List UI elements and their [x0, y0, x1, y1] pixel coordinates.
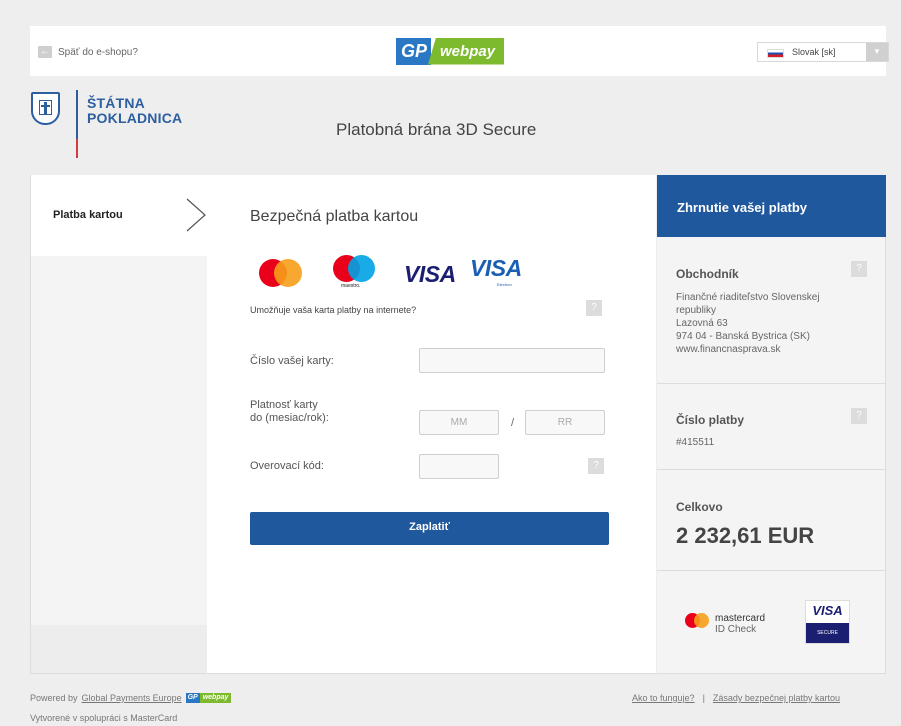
merchant-line: www.financnasprava.sk: [676, 344, 781, 355]
total-title: Celkovo: [676, 500, 723, 514]
left-nav: Platba kartou: [30, 175, 207, 674]
merchant-section: Obchodník ? Finančné riaditeľstvo Sloven…: [657, 237, 886, 384]
payment-number-value: #415511: [676, 437, 715, 448]
maestro-blue-circle: [348, 255, 375, 282]
mini-logo-gp: GP: [185, 693, 200, 703]
merchant-line: 974 04 - Banská Bystrica (SK): [676, 331, 810, 342]
visa-secure-bottom: SECURE: [806, 623, 849, 643]
chevron-down-icon[interactable]: ▼: [866, 43, 888, 61]
arrow-left-icon: ←: [38, 46, 52, 58]
merchant-details: Finančné riaditeľstvo Slovenskej republi…: [676, 291, 820, 356]
card-number-input[interactable]: [419, 348, 605, 373]
language-label: Slovak [sk]: [792, 47, 836, 57]
payment-form: Bezpečná platba kartou maestro. VISA VIS…: [186, 175, 656, 674]
summary-header: Zhrnutie vašej platby: [657, 175, 886, 237]
footer-powered-by: Powered by Global Payments Europe GP web…: [30, 693, 232, 703]
expiry-label-line-2: do (mesiac/rok):: [250, 412, 329, 424]
brand-line-2: POKLADNICA: [87, 110, 183, 126]
payment-summary: Zhrnutie vašej platby Obchodník ? Finanč…: [657, 175, 886, 674]
card-number-label: Číslo vašej karty:: [250, 355, 334, 367]
statna-pokladnica-logo: ŠTÁTNA POKLADNICA: [87, 96, 182, 126]
left-nav-bottom: [31, 625, 207, 673]
brand-divider: [76, 90, 78, 158]
maestro-icon: maestro.: [333, 255, 379, 289]
internet-payments-question: Umožňuje vaša karta platby na internete?: [250, 305, 417, 315]
payment-number-section: Číslo platby ? #415511: [657, 384, 886, 470]
mini-logo-webpay: webpay: [199, 693, 232, 703]
total-amount: 2 232,61 EUR: [676, 523, 815, 548]
security-policy-link[interactable]: Zásady bezpečnej platby kartou: [713, 693, 840, 703]
visa-electron-icon: VISA: [470, 255, 522, 281]
id-check-orange-circle: [694, 613, 709, 628]
back-to-eshop-link[interactable]: ← Späť do e-shopu?: [38, 46, 138, 58]
maestro-caption: maestro.: [341, 283, 361, 289]
powered-by-prefix: Powered by: [30, 693, 78, 703]
expiry-month-input[interactable]: MM: [419, 410, 499, 435]
merchant-help-icon[interactable]: ?: [851, 261, 867, 277]
cvc-label: Overovací kód:: [250, 460, 324, 472]
mini-gp-webpay-logo: GP webpay: [185, 693, 232, 703]
mastercard-icon: [259, 259, 303, 287]
visa-electron-caption: Electron: [497, 282, 512, 287]
global-payments-link[interactable]: Global Payments Europe: [82, 693, 182, 703]
how-it-works-link[interactable]: Ako to funguje?: [632, 693, 695, 703]
logo-gp-text: GP: [396, 37, 432, 65]
crest-cross-horizontal: [41, 105, 50, 107]
merchant-line: republiky: [676, 305, 717, 316]
back-to-eshop-label: Späť do e-shopu?: [58, 46, 138, 58]
expiry-label-line-1: Platnosť karty: [250, 399, 318, 411]
visa-secure-top: VISA: [812, 603, 843, 618]
coat-of-arms-icon: [31, 92, 60, 125]
chevron-right-icon: [186, 198, 206, 232]
mastercard-orange-circle: [274, 259, 302, 287]
total-section: Celkovo: [657, 470, 886, 571]
expiry-separator: /: [511, 417, 515, 429]
brand-line-1: ŠTÁTNA: [87, 95, 145, 111]
logo-webpay-text: webpay: [428, 37, 505, 65]
nav-step-label: Platba kartou: [53, 209, 123, 221]
slovak-flag-icon: [767, 49, 784, 58]
merchant-line: Finančné riaditeľstvo Slovenskej: [676, 292, 820, 303]
id-check-line-2: ID Check: [715, 624, 757, 635]
cvc-help-icon[interactable]: ?: [588, 458, 604, 474]
header: ŠTÁTNA POKLADNICA Platobná brána 3D Secu…: [30, 76, 886, 175]
help-icon[interactable]: ?: [586, 300, 602, 316]
merchant-title: Obchodník: [676, 267, 739, 281]
footer-links: Ako to funguje? | Zásady bezpečnej platb…: [632, 693, 840, 703]
visa-icon: VISA: [404, 261, 456, 287]
cvc-input[interactable]: [419, 454, 499, 479]
visa-secure-logo: VISA SECURE: [805, 600, 850, 644]
form-title: Bezpečná platba kartou: [250, 208, 419, 225]
gp-webpay-logo: GP webpay: [396, 36, 521, 66]
page-title: Platobná brána 3D Secure: [336, 120, 537, 139]
footer-separator: |: [702, 693, 705, 703]
id-check-line-1: mastercard: [715, 613, 766, 624]
mastercard-id-check-logo: mastercard ID Check: [685, 611, 795, 637]
top-bar: ← Späť do e-shopu? GP webpay Slovak [sk]…: [30, 26, 889, 76]
language-select[interactable]: Slovak [sk] ▼: [757, 42, 889, 62]
expiry-year-input[interactable]: RR: [525, 410, 605, 435]
merchant-line: Lazovná 63: [676, 318, 728, 329]
footer-cooperation: Vytvorené v spolupráci s MasterCard: [30, 713, 178, 723]
crest-cross-vertical: [44, 102, 47, 114]
expiry-label: Platnosť karty do (mesiac/rok):: [250, 399, 329, 425]
pay-button[interactable]: Zaplatiť: [250, 512, 609, 545]
payment-number-title: Číslo platby: [676, 413, 745, 427]
payment-number-help-icon[interactable]: ?: [851, 408, 867, 424]
nav-step-card-payment[interactable]: Platba kartou: [31, 175, 207, 256]
